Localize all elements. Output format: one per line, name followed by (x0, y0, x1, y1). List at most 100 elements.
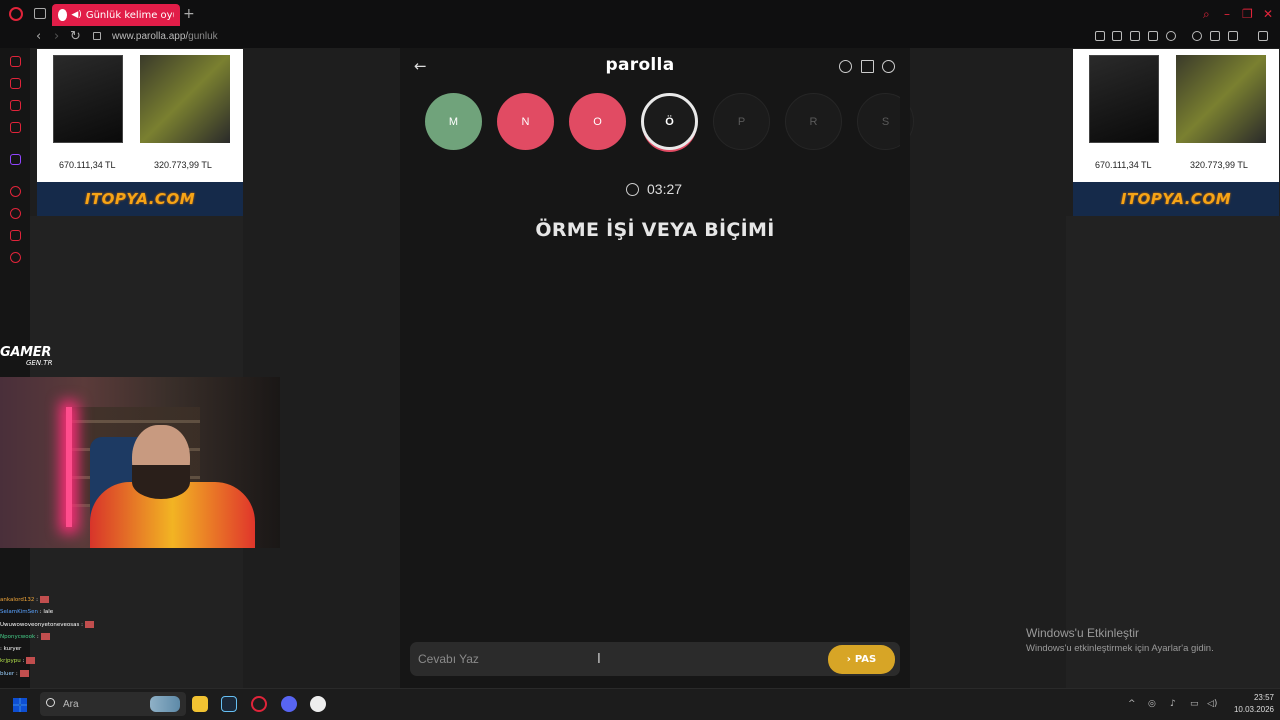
profile-icon[interactable] (1192, 31, 1202, 41)
player-icon[interactable] (1148, 31, 1158, 41)
chat-line: ankalord132 : (0, 594, 140, 606)
obs-icon[interactable] (310, 696, 326, 712)
chat-line: SelamKimSen : lale (0, 606, 140, 618)
taskbar-search-text: Ara (63, 699, 79, 710)
sidebar-history-icon[interactable] (10, 208, 21, 219)
ad-price-2: 320.773,99 TL (154, 160, 212, 170)
aria-ai-icon[interactable] (1228, 31, 1238, 41)
file-explorer-icon[interactable] (192, 696, 208, 712)
close-window-button[interactable]: ✕ (1263, 7, 1273, 21)
webcam-led-light (66, 407, 72, 527)
opera-taskbar-icon[interactable] (251, 696, 267, 712)
tab-favicon-icon (58, 9, 68, 21)
sidebar-extensions-icon[interactable] (10, 230, 21, 241)
ad-banner[interactable]: ITOPYA.COM (1073, 182, 1279, 216)
chat-user: ankalord132 (0, 597, 35, 603)
sidebar-twitch-icon[interactable] (10, 154, 21, 165)
heart-icon[interactable] (1166, 31, 1176, 41)
webcam-person-beard (132, 465, 190, 499)
answer-input[interactable] (418, 649, 818, 669)
sidebar-news-icon[interactable] (10, 122, 21, 133)
taskbar-date[interactable]: 10.03.2026 (1226, 705, 1274, 714)
bookmark-pin-icon[interactable] (1095, 31, 1105, 41)
reload-button[interactable]: ↻ (70, 30, 81, 44)
chat-user: bluer (0, 670, 15, 677)
text-cursor-icon: I (597, 652, 601, 667)
url-domain: www.parolla.app/ (112, 31, 189, 42)
back-nav-button[interactable]: ‹ (36, 30, 41, 44)
chat-message: kuryer (3, 646, 22, 653)
browser-sidebar (0, 48, 30, 688)
letter-P: P (713, 93, 770, 150)
ad-brand: ITOPYA.COM (1120, 190, 1232, 208)
chat-user: SelamKimSen (0, 609, 38, 616)
search-highlight-image (150, 696, 180, 712)
stream-chat: ankalord132 : SelamKimSen : lale Uwuwowov… (0, 594, 140, 680)
chat-emote-icon (19, 669, 29, 677)
opera-logo-icon[interactable] (9, 7, 23, 21)
activation-watermark-subtitle: Windows'u etkinleştirmek için Ayarlar'a … (1026, 643, 1214, 654)
windows-start-icon[interactable] (13, 698, 27, 712)
chat-line: Nponycwook : (0, 631, 140, 643)
ad-price-1: 670.111,34 TL (1095, 160, 1152, 170)
activation-watermark-title: Windows'u Etkinleştir (1026, 626, 1139, 640)
sidebar-player-icon[interactable] (10, 186, 21, 197)
restore-button[interactable]: ❐ (1242, 7, 1253, 21)
url-field[interactable]: www.parolla.app/gunluk (112, 31, 218, 42)
snapshot-icon[interactable] (1112, 31, 1122, 41)
stats-icon[interactable] (861, 60, 874, 73)
letter-N: N (497, 93, 554, 150)
chat-line: bluer : (0, 668, 140, 680)
adblock-icon[interactable] (1130, 31, 1140, 41)
tray-mic-icon[interactable]: ♪ (1170, 699, 1176, 709)
gamergen-logo: GAMER GEN.TR (0, 345, 80, 367)
browser-tab-active[interactable]: ◀) Günlük kelime oyunu - (52, 4, 180, 26)
letter-M: M (425, 93, 482, 150)
tray-network-icon[interactable]: ◎ (1148, 699, 1156, 709)
tab-audio-icon[interactable]: ◀) (71, 10, 81, 20)
search-tabs-icon[interactable]: ⌕ (1203, 7, 1210, 22)
search-icon (46, 698, 55, 707)
timer: 03:27 (647, 181, 683, 197)
left-gutter (243, 48, 400, 688)
sidebar-chat-icon[interactable] (10, 100, 21, 111)
question-text: ÖRME İŞİ VEYA BİÇİMİ (535, 219, 775, 241)
tray-monitor-icon[interactable]: ▭ (1190, 699, 1199, 709)
account-icon[interactable] (882, 60, 895, 73)
chat-line: Uwuwowoveonyetoneveosas : (0, 619, 140, 631)
info-icon[interactable] (839, 60, 852, 73)
chat-emote-icon (26, 657, 36, 665)
tab-islands-icon[interactable] (34, 8, 46, 19)
steam-icon[interactable] (221, 696, 237, 712)
chat-user: Uwuwowoveonyetoneveosas (0, 621, 80, 628)
chat-emote-icon (40, 632, 50, 640)
right-blank-panel (1066, 216, 1280, 688)
gamer-main: GAMER (0, 345, 52, 360)
clock-icon (626, 183, 639, 196)
download-icon[interactable] (1210, 31, 1220, 41)
letter-R: R (785, 93, 842, 150)
pass-button[interactable]: › PAS (828, 645, 895, 674)
chevron-right-icon: › (846, 654, 851, 665)
tray-volume-icon[interactable]: ◁) (1207, 699, 1217, 709)
minimize-button[interactable]: – (1224, 7, 1230, 21)
discord-icon[interactable] (281, 696, 297, 712)
gamer-sub: GEN.TR (26, 359, 53, 367)
tray-chevron-icon[interactable]: ^ (1128, 699, 1136, 709)
right-gutter (910, 48, 1066, 688)
chat-user: krjpypu (0, 658, 21, 665)
taskbar-time[interactable]: 23:57 (1244, 693, 1274, 702)
menu-icon[interactable] (1258, 31, 1268, 41)
chat-user: Nponycwook (0, 633, 36, 640)
new-tab-button[interactable]: + (183, 6, 195, 22)
ad-price-2: 320.773,99 TL (1190, 160, 1248, 170)
pass-label: PAS (854, 654, 877, 665)
tab-title: Günlük kelime oyunu - (85, 9, 174, 21)
webcam-feed (0, 377, 280, 548)
sidebar-settings-icon[interactable] (10, 252, 21, 263)
answer-box (410, 642, 900, 676)
ad-banner[interactable]: ITOPYA.COM (37, 182, 243, 216)
sidebar-shop-icon[interactable] (10, 78, 21, 89)
forward-nav-button[interactable]: › (54, 30, 59, 44)
letter-wheel-fade (900, 88, 910, 156)
